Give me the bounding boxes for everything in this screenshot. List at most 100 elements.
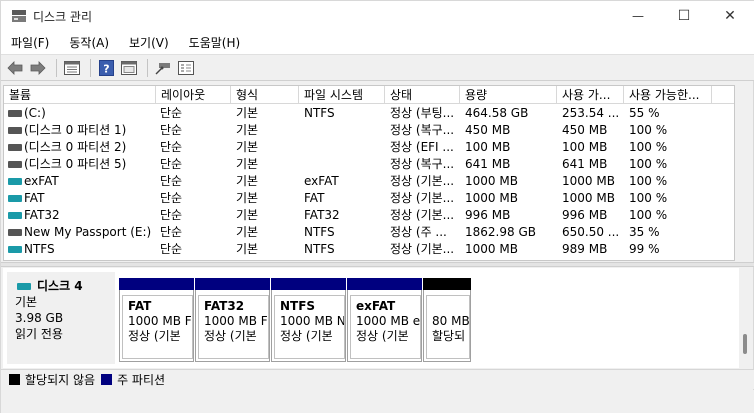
back-button[interactable] — [5, 58, 25, 78]
cell-status: 정상 (기본... — [390, 191, 455, 205]
partition-box: NTFS 1000 MB N 정상 (기본 — [271, 290, 346, 362]
partition-details: FAT 1000 MB F 정상 (기본 — [122, 295, 193, 359]
maximize-icon: ☐ — [677, 8, 691, 24]
table-row[interactable]: (디스크 0 파티션 5) 단순 기본 정상 (복구... 641 MB 641 MB 10… — [4, 156, 734, 173]
partition-size: 1000 MB N — [280, 314, 345, 328]
menu-action[interactable]: 동작(A) — [65, 32, 113, 53]
partition-bar — [195, 278, 270, 290]
cell-fs — [304, 156, 384, 173]
partition-details: FAT32 1000 MB F 정상 (기본 — [198, 295, 269, 359]
partition-bar — [423, 278, 471, 290]
minimize-button[interactable]: — — [615, 1, 661, 31]
table-row[interactable]: New My Passport (E:) 단순 기본 NTFS 정상 (주 ... 186… — [4, 224, 734, 241]
menu-help[interactable]: 도움말(H) — [185, 32, 245, 53]
toolbar-separator — [56, 58, 57, 77]
console-button[interactable] — [119, 58, 139, 78]
volume-icon — [8, 110, 22, 117]
cell-volume: exFAT — [24, 174, 59, 188]
menu-bar: 파일(F) 동작(A) 보기(V) 도움말(H) — [1, 31, 754, 55]
settings-button[interactable] — [176, 58, 196, 78]
table-row[interactable]: FAT32 단순 기본 FAT32 정상 (기본... 996 MB 996 MB 100 % — [4, 207, 734, 224]
partition-bar — [271, 278, 346, 290]
back-icon — [7, 60, 23, 75]
cell-type: 기본 — [236, 174, 259, 188]
cell-layout: 단순 — [160, 157, 183, 171]
partition-block[interactable]: NTFS 1000 MB N 정상 (기본 — [271, 278, 346, 364]
cell-type: 기본 — [236, 225, 259, 239]
volume-icon — [8, 195, 22, 202]
properties-button[interactable] — [62, 58, 82, 78]
column-header-type[interactable]: 형식 — [231, 86, 299, 104]
column-header-percent-free[interactable]: 사용 가능한... — [624, 86, 712, 104]
cell-capacity: 641 MB — [465, 157, 511, 171]
close-button[interactable]: ✕ — [707, 1, 753, 31]
table-row[interactable]: (디스크 0 파티션 1) 단순 기본 정상 (복구... 450 MB 450 MB 10… — [4, 122, 734, 139]
menu-file[interactable]: 파일(F) — [7, 32, 53, 53]
volume-list[interactable]: 볼륨 레이아웃 형식 파일 시스템 상태 용량 사용 가... 사용 가능한..… — [3, 85, 735, 261]
table-row[interactable]: (디스크 0 파티션 2) 단순 기본 정상 (EFI ... 100 MB 100 MB… — [4, 139, 734, 156]
connect-icon — [155, 62, 170, 74]
column-header-volume[interactable]: 볼륨 — [4, 86, 156, 104]
cell-pct: 100 % — [629, 174, 668, 188]
table-row[interactable]: NTFS 단순 기본 NTFS 정상 (기본... 1000 MB 989 MB 99 % — [4, 241, 734, 258]
console-icon — [121, 60, 137, 75]
partition-box: FAT 1000 MB F 정상 (기본 — [119, 290, 194, 362]
cell-layout: 단순 — [160, 106, 183, 120]
legend-unallocated-label: 할당되지 않음 — [25, 373, 96, 387]
table-row[interactable]: FAT 단순 기본 FAT 정상 (기본... 1000 MB 1000 MB 100 % — [4, 190, 734, 207]
column-header-filesystem[interactable]: 파일 시스템 — [299, 86, 385, 104]
forward-button[interactable] — [28, 58, 48, 78]
cell-capacity: 1000 MB — [465, 174, 518, 188]
pane-splitter[interactable] — [1, 262, 754, 267]
cell-pct: 100 % — [629, 123, 668, 137]
column-header-layout[interactable]: 레이아웃 — [156, 86, 231, 104]
cell-layout: 단순 — [160, 208, 183, 222]
help-button[interactable]: ? — [96, 58, 116, 78]
cell-type: 기본 — [236, 140, 259, 154]
cell-volume: NTFS — [24, 242, 55, 256]
partition-size: 1000 MB F — [128, 314, 192, 328]
partition-details: NTFS 1000 MB N 정상 (기본 — [274, 295, 345, 359]
cell-layout: 단순 — [160, 123, 183, 137]
column-header-free-space[interactable]: 사용 가... — [557, 86, 624, 104]
cell-volume: FAT32 — [24, 208, 60, 222]
graph-scrollbar[interactable] — [739, 268, 753, 368]
cell-capacity: 996 MB — [465, 208, 511, 222]
table-row[interactable]: (C:) 단순 기본 NTFS 정상 (부팅... 464.58 GB 253.54 ...… — [4, 105, 734, 122]
partition-box: FAT32 1000 MB F 정상 (기본 — [195, 290, 270, 362]
cell-layout: 단순 — [160, 242, 183, 256]
legend-primary-swatch — [101, 374, 113, 385]
column-header-capacity[interactable]: 용량 — [460, 86, 557, 104]
cell-free: 989 MB — [562, 242, 608, 256]
disk-graphical-view: 디스크 4 기본 3.98 GB 읽기 전용 FAT 1000 MB F 정상 (기… — [3, 268, 739, 368]
partition-block[interactable]: FAT 1000 MB F 정상 (기본 — [119, 278, 194, 364]
cell-fs: FAT32 — [304, 208, 340, 222]
table-row[interactable]: exFAT 단순 기본 exFAT 정상 (기본... 1000 MB 1000 MB 100… — [4, 173, 734, 190]
partition-block[interactable]: FAT32 1000 MB F 정상 (기본 — [195, 278, 270, 364]
partition-bar — [119, 278, 194, 290]
cell-layout: 단순 — [160, 225, 183, 239]
partition-block[interactable]: 80 MB 할당되 — [423, 278, 471, 364]
cell-pct: 99 % — [629, 242, 660, 256]
disk-info-panel[interactable]: 디스크 4 기본 3.98 GB 읽기 전용 — [7, 272, 115, 364]
scrollbar-thumb[interactable] — [743, 334, 747, 354]
cell-capacity: 1000 MB — [465, 242, 518, 256]
volume-list-scrollbar[interactable] — [737, 85, 753, 261]
partition-status: 정상 (기본 — [128, 329, 181, 343]
partition-details: 80 MB 할당되 — [426, 295, 470, 359]
menu-view[interactable]: 보기(V) — [125, 32, 173, 53]
partition-block[interactable]: exFAT 1000 MB e 정상 (기본 — [347, 278, 422, 364]
cell-status: 정상 (부팅... — [390, 106, 455, 120]
disk-name: 디스크 4 — [37, 279, 83, 293]
cell-capacity: 1000 MB — [465, 191, 518, 205]
maximize-button[interactable]: ☐ — [661, 1, 707, 31]
column-header-status[interactable]: 상태 — [385, 86, 460, 104]
cell-volume: (C:) — [24, 106, 46, 120]
cell-fs — [304, 122, 384, 139]
connect-button[interactable] — [153, 58, 173, 78]
cell-free: 1000 MB — [562, 174, 615, 188]
cell-free: 996 MB — [562, 208, 608, 222]
volume-icon — [8, 161, 22, 168]
cell-free: 1000 MB — [562, 191, 615, 205]
window-title: 디스크 관리 — [33, 10, 93, 24]
